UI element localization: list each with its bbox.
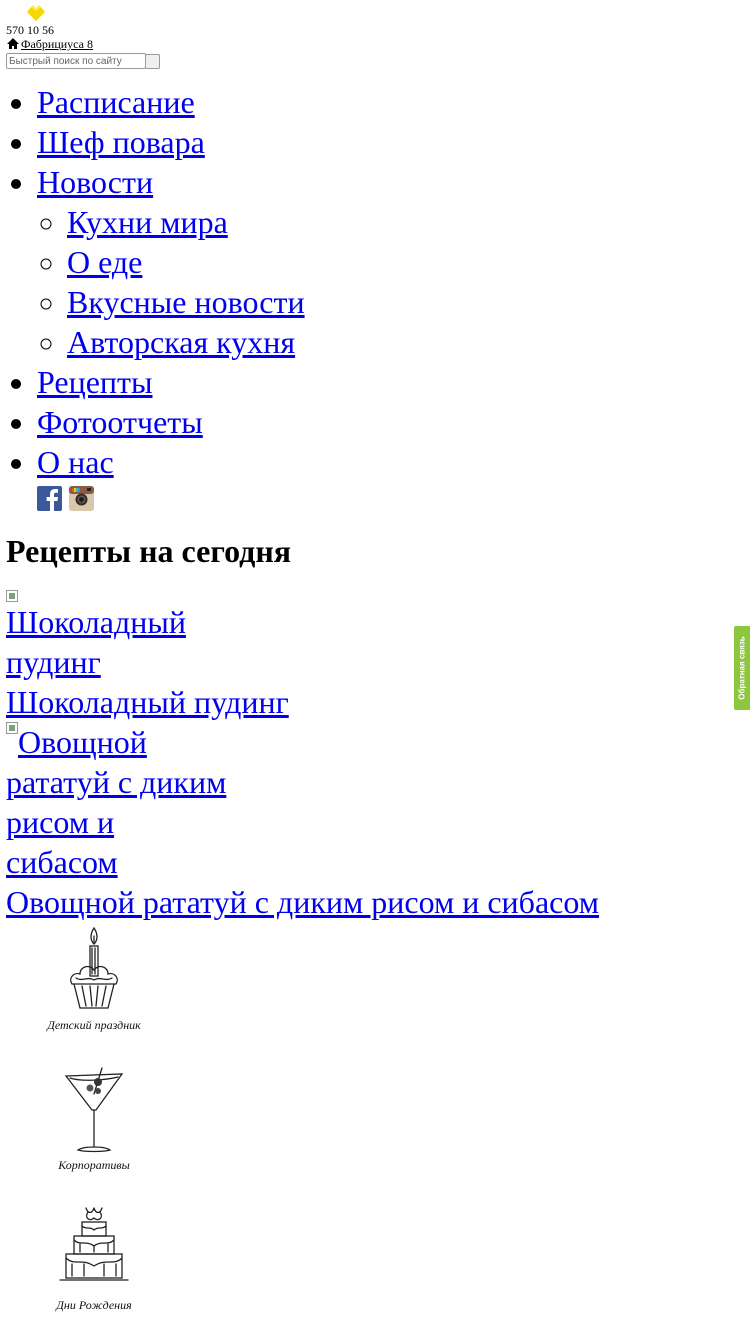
search-button[interactable] — [145, 54, 160, 69]
submenu-item-tasty-news: Вкусные новости — [67, 282, 305, 322]
instagram-icon[interactable] — [69, 486, 94, 511]
menu-link-recipes[interactable]: Рецепты — [37, 364, 153, 400]
yellow-diamond-logo-icon[interactable] — [26, 4, 46, 22]
main-menu: Расписание Шеф повара Новости Кухни мира… — [0, 82, 305, 482]
recipe-2-image-alt-line-2[interactable]: рататуй с диким — [6, 762, 226, 802]
search-input[interactable] — [6, 53, 146, 69]
menu-item-recipes: Рецепты — [37, 362, 305, 402]
submenu-item-author-cuisine: Авторская кухня — [67, 322, 305, 362]
menu-link-schedule[interactable]: Расписание — [37, 84, 195, 120]
address-link[interactable]: Фабрициуса 8 — [21, 37, 93, 51]
feedback-tab-label: Обратная связь — [737, 636, 747, 700]
recipe-2-image-alt-line-3[interactable]: рисом и — [6, 802, 114, 842]
submenu-link-author-cuisine[interactable]: Авторская кухня — [67, 324, 295, 360]
submenu-item-world-cuisine: Кухни мира — [67, 202, 305, 242]
menu-link-about[interactable]: О нас — [37, 444, 114, 480]
menu-item-photo-reports: Фотоотчеты — [37, 402, 305, 442]
recipe-2-image-alt-line-1[interactable]: Овощной — [18, 722, 147, 762]
broken-image-icon — [6, 722, 18, 734]
cupcake-candle-icon — [70, 926, 118, 1009]
recipe-1-title-link[interactable]: Шоколадный пудинг — [6, 682, 289, 722]
facebook-icon[interactable] — [37, 486, 62, 511]
address: Фабрициуса 8 — [6, 37, 93, 52]
menu-link-photo-reports[interactable]: Фотоотчеты — [37, 404, 203, 440]
occasion-caption: Корпоративы — [58, 1158, 130, 1172]
home-icon — [7, 38, 19, 49]
cocktail-glass-icon — [64, 1067, 124, 1153]
occasion-corporate[interactable]: Корпоративы — [30, 1064, 158, 1173]
occasion-birthdays[interactable]: Дни Рождения — [30, 1204, 158, 1313]
occasion-caption: Детский праздник — [47, 1018, 141, 1032]
phone-number: 570 10 56 — [6, 23, 54, 37]
section-title: Рецепты на сегодня — [6, 533, 292, 569]
menu-link-news[interactable]: Новости — [37, 164, 153, 200]
recipe-1-image-alt-line-2[interactable]: пудинг — [6, 642, 101, 682]
submenu-link-about-food[interactable]: О еде — [67, 244, 142, 280]
occasion-kids-party[interactable]: Детский праздник — [30, 924, 158, 1033]
recipe-2-image-alt-line-4[interactable]: сибасом — [6, 842, 118, 882]
menu-item-news: Новости Кухни мира О еде Вкусные новости… — [37, 162, 305, 362]
recipe-2-title-link[interactable]: Овощной рататуй с диким рисом и сибасом — [6, 882, 599, 922]
news-submenu: Кухни мира О еде Вкусные новости Авторск… — [37, 202, 305, 362]
menu-item-about: О нас — [37, 442, 305, 482]
broken-image-icon — [6, 590, 18, 602]
submenu-link-world-cuisine[interactable]: Кухни мира — [67, 204, 228, 240]
occasion-caption: Дни Рождения — [56, 1298, 132, 1312]
recipe-1-image-alt-line-1[interactable]: Шоколадный — [6, 602, 186, 642]
menu-item-chefs: Шеф повара — [37, 122, 305, 162]
menu-link-chefs[interactable]: Шеф повара — [37, 124, 205, 160]
menu-item-schedule: Расписание — [37, 82, 305, 122]
submenu-link-tasty-news[interactable]: Вкусные новости — [67, 284, 305, 320]
birthday-cake-icon — [59, 1207, 129, 1281]
submenu-item-about-food: О еде — [67, 242, 305, 282]
feedback-tab[interactable]: Обратная связь — [734, 626, 750, 710]
